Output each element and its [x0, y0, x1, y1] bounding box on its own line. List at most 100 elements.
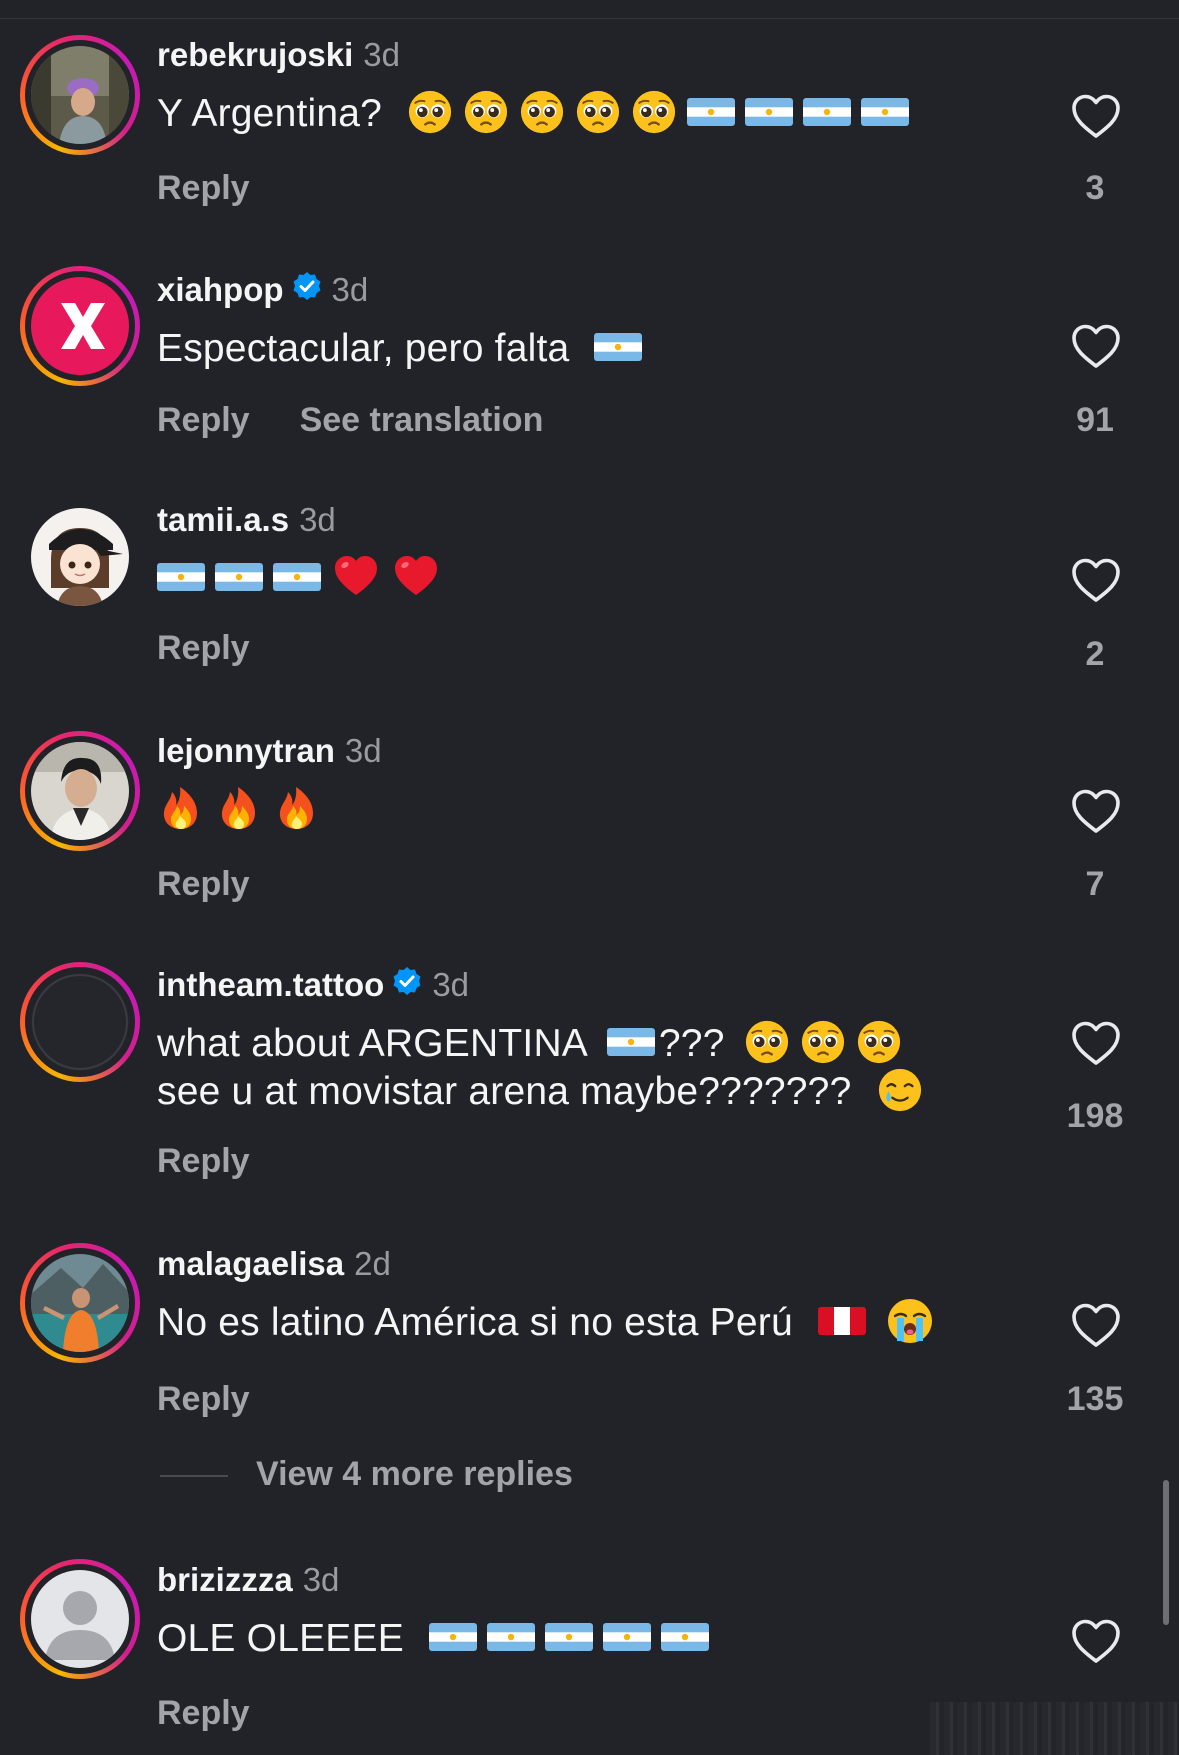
argentina-flag-emoji	[594, 331, 642, 363]
comment-header: tamii.a.s 3d	[157, 500, 336, 540]
argentina-flag-emoji	[215, 561, 263, 593]
pleading-face-emoji	[856, 1019, 902, 1065]
avatar	[31, 1570, 129, 1668]
argentina-flag-emoji	[803, 96, 851, 128]
view-more-replies-button[interactable]: View 4 more replies	[160, 1454, 573, 1494]
comment-text-line-1: what about ARGENTINA ???	[157, 1020, 912, 1068]
avatar-story-ring[interactable]	[20, 1559, 140, 1679]
timestamp: 3d	[302, 1561, 340, 1598]
pleading-face-emoji	[575, 89, 621, 135]
avatar-story-ring[interactable]	[20, 35, 140, 155]
redacted-watermark	[930, 1702, 1179, 1755]
comment-header: lejonnytran 3d	[157, 731, 382, 771]
timestamp: 2d	[354, 1245, 391, 1282]
like-heart-icon[interactable]	[1070, 1020, 1122, 1066]
username[interactable]: tamii.a.s	[157, 501, 289, 538]
comment-text-content: ???	[658, 1022, 725, 1065]
comment-actions: Reply	[157, 1379, 250, 1419]
like-count: 135	[1066, 1380, 1124, 1418]
username[interactable]: malagaelisa	[157, 1245, 344, 1282]
scrollbar[interactable]	[1163, 1480, 1169, 1625]
reply-button[interactable]: Reply	[157, 1379, 250, 1419]
argentina-flag-emoji	[687, 96, 735, 128]
comment-header: intheam.tattoo 3d	[157, 965, 469, 1005]
red-heart-emoji	[391, 553, 441, 601]
like-count: 198	[1066, 1097, 1124, 1135]
pleading-face-emoji	[800, 1019, 846, 1065]
view-more-replies-label: View 4 more replies	[256, 1455, 573, 1493]
argentina-flag-emoji	[861, 96, 909, 128]
like-heart-icon[interactable]	[1070, 1618, 1122, 1664]
avatar	[31, 277, 129, 375]
fire-emoji	[273, 783, 321, 833]
comment-text-content: No es latino América si no esta Perú	[157, 1301, 793, 1344]
reply-button[interactable]: Reply	[157, 168, 250, 208]
argentina-flag-emoji	[603, 1621, 651, 1653]
timestamp: 3d	[344, 732, 382, 769]
timestamp: 3d	[331, 271, 369, 308]
avatar	[31, 742, 129, 840]
reply-button[interactable]: Reply	[157, 1141, 250, 1181]
like-count: 3	[1085, 169, 1105, 207]
like-heart-icon[interactable]	[1070, 557, 1122, 603]
username[interactable]: lejonnytran	[157, 732, 335, 769]
like-heart-icon[interactable]	[1070, 93, 1122, 139]
argentina-flag-emoji	[157, 561, 205, 593]
comment-header: malagaelisa 2d	[157, 1244, 391, 1284]
smiling-face-with-tear-emoji	[877, 1067, 923, 1113]
reply-button[interactable]: Reply	[157, 628, 250, 668]
comment-text-content: Y Argentina?	[157, 92, 383, 135]
argentina-flag-emoji	[487, 1621, 535, 1653]
avatar-image	[31, 508, 129, 606]
avatar[interactable]	[20, 497, 140, 617]
like-heart-icon[interactable]	[1070, 1302, 1122, 1348]
comment-text	[157, 555, 451, 603]
see-translation-button[interactable]: See translation	[300, 400, 544, 440]
fire-emoji	[157, 783, 205, 833]
avatar-story-ring[interactable]	[20, 962, 140, 1082]
username[interactable]: xiahpop	[157, 271, 284, 308]
reply-button[interactable]: Reply	[157, 1693, 250, 1733]
like-count: 7	[1085, 865, 1105, 903]
timestamp: 3d	[363, 36, 400, 73]
like-heart-icon[interactable]	[1070, 788, 1122, 834]
avatar-story-ring[interactable]	[20, 266, 140, 386]
comment-text-line-2: see u at movistar arena maybe???????	[157, 1068, 933, 1116]
comment-header: xiahpop 3d	[157, 270, 368, 310]
argentina-flag-emoji	[607, 1026, 655, 1058]
comment-actions: Reply	[157, 864, 250, 904]
like-heart-icon[interactable]	[1070, 323, 1122, 369]
red-heart-emoji	[331, 553, 381, 601]
username[interactable]: intheam.tattoo	[157, 966, 384, 1003]
comment-text: OLE OLEEEE	[157, 1615, 719, 1663]
avatar-story-ring[interactable]	[20, 731, 140, 851]
comment-actions: Reply	[157, 1693, 250, 1733]
like-count: 2	[1085, 635, 1105, 673]
comment-actions: Reply	[157, 1141, 250, 1181]
reply-button[interactable]: Reply	[157, 400, 250, 440]
comment-actions: Reply	[157, 168, 250, 208]
comment-text-content: OLE OLEEEE	[157, 1617, 404, 1660]
comment-text-content: Espectacular, pero falta	[157, 327, 570, 370]
comment-actions: Reply	[157, 628, 250, 668]
username[interactable]: brizizzza	[157, 1561, 293, 1598]
pleading-face-emoji	[407, 89, 453, 135]
reply-button[interactable]: Reply	[157, 864, 250, 904]
verified-badge-icon	[392, 965, 422, 1005]
comment-text-content: see u at movistar arena maybe???????	[157, 1070, 852, 1113]
pleading-face-emoji	[744, 1019, 790, 1065]
loudly-crying-face-emoji	[886, 1297, 934, 1345]
comment-text: No es latino América si no esta Perú	[157, 1299, 944, 1347]
avatar	[31, 46, 129, 144]
timestamp: 3d	[299, 501, 336, 538]
verified-badge-icon	[292, 270, 322, 310]
comment-header: rebekrujoski 3d	[157, 35, 400, 75]
avatar-story-ring[interactable]	[20, 1243, 140, 1363]
avatar	[31, 1254, 129, 1352]
argentina-flag-emoji	[273, 561, 321, 593]
peru-flag-emoji	[818, 1305, 866, 1337]
comment-actions: Reply See translation	[157, 400, 543, 440]
like-count: 91	[1076, 401, 1114, 439]
avatar	[31, 973, 129, 1071]
username[interactable]: rebekrujoski	[157, 36, 353, 73]
